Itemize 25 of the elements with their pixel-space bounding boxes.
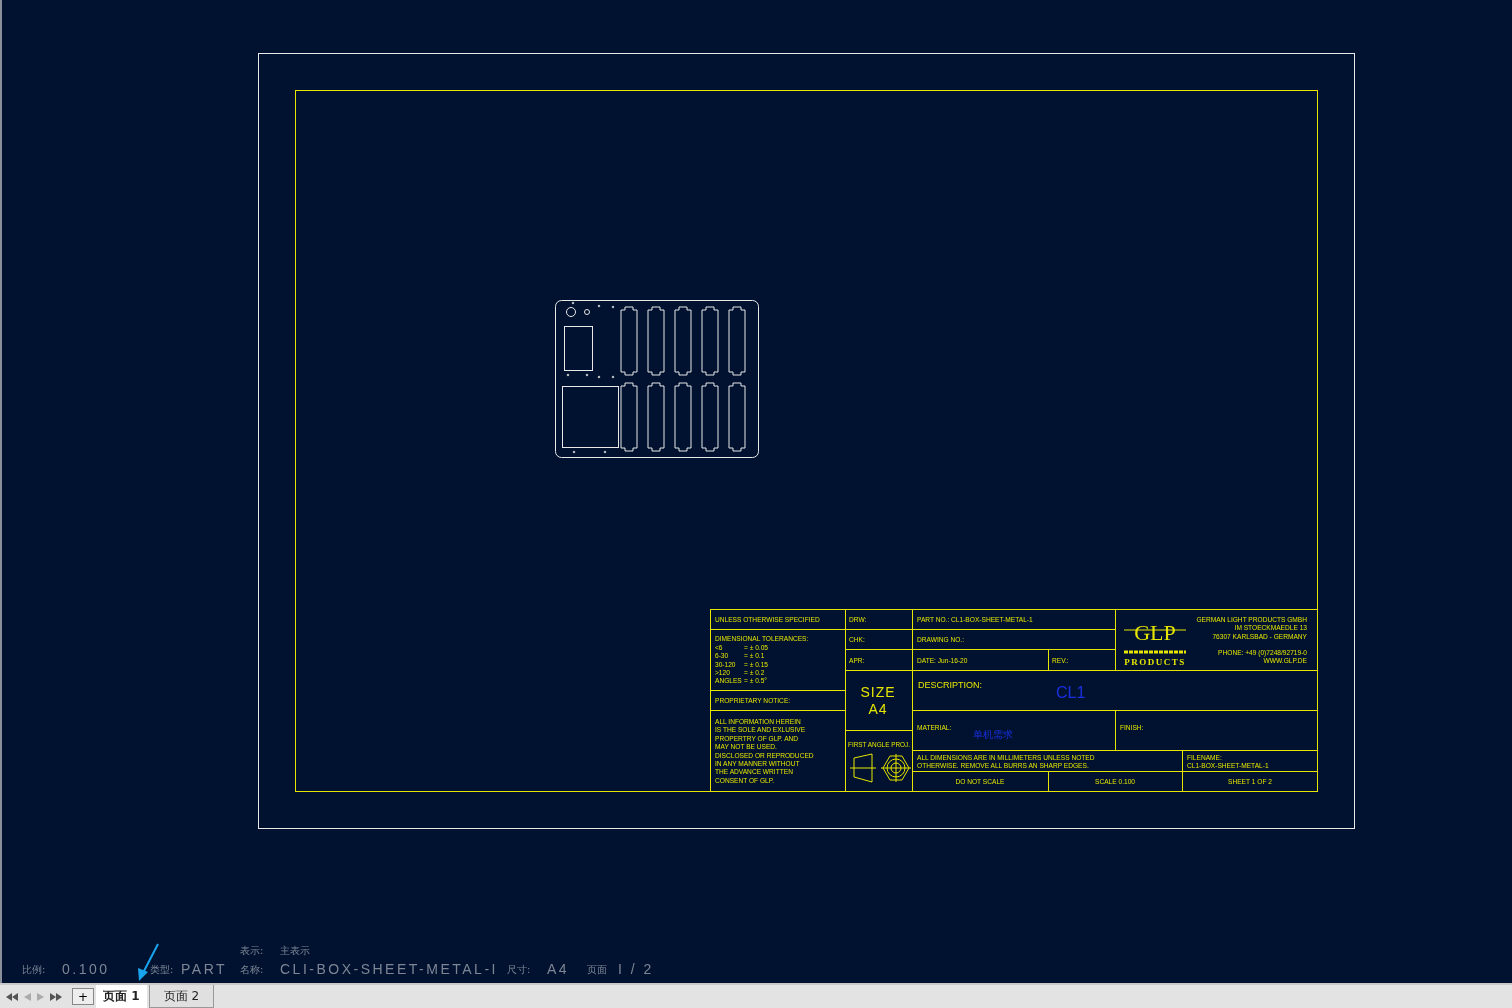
size-label: SIZE [860, 684, 896, 700]
last-page-icon[interactable] [50, 992, 62, 1001]
add-page-button[interactable]: + [72, 988, 95, 1005]
status-value: 主表示 [280, 945, 310, 956]
material-value: 单机需求 [973, 729, 1013, 740]
page-tab[interactable]: 页面 1 [96, 985, 147, 1008]
status-value: 0.100 [62, 961, 110, 977]
pointer-arrow [138, 943, 159, 981]
page-tab[interactable]: 页面 2 [148, 985, 215, 1008]
size-value: A4 [868, 701, 888, 717]
status-label: 名称: [240, 964, 264, 975]
projection-label: FIRST ANGLE PROJ. [848, 740, 926, 749]
status-value: PART [181, 961, 228, 977]
description-value: CL1 [1056, 684, 1086, 701]
status-value: A4 [547, 961, 570, 977]
status-value: CLI-BOX-SHEET-METAL-I [280, 961, 498, 977]
status-label: 尺寸: [507, 964, 531, 975]
status-label: 类型: [150, 964, 174, 975]
status-label: 比例: [22, 964, 46, 975]
description-label: DESCRIPTION: [918, 680, 982, 690]
first-page-icon[interactable] [6, 992, 18, 1001]
status-value: I / 2 [618, 961, 654, 977]
company-logo: GLP PRODUCTS [1123, 620, 1187, 667]
status-label: 表示: [240, 945, 264, 956]
status-label: 页面 [587, 964, 607, 975]
